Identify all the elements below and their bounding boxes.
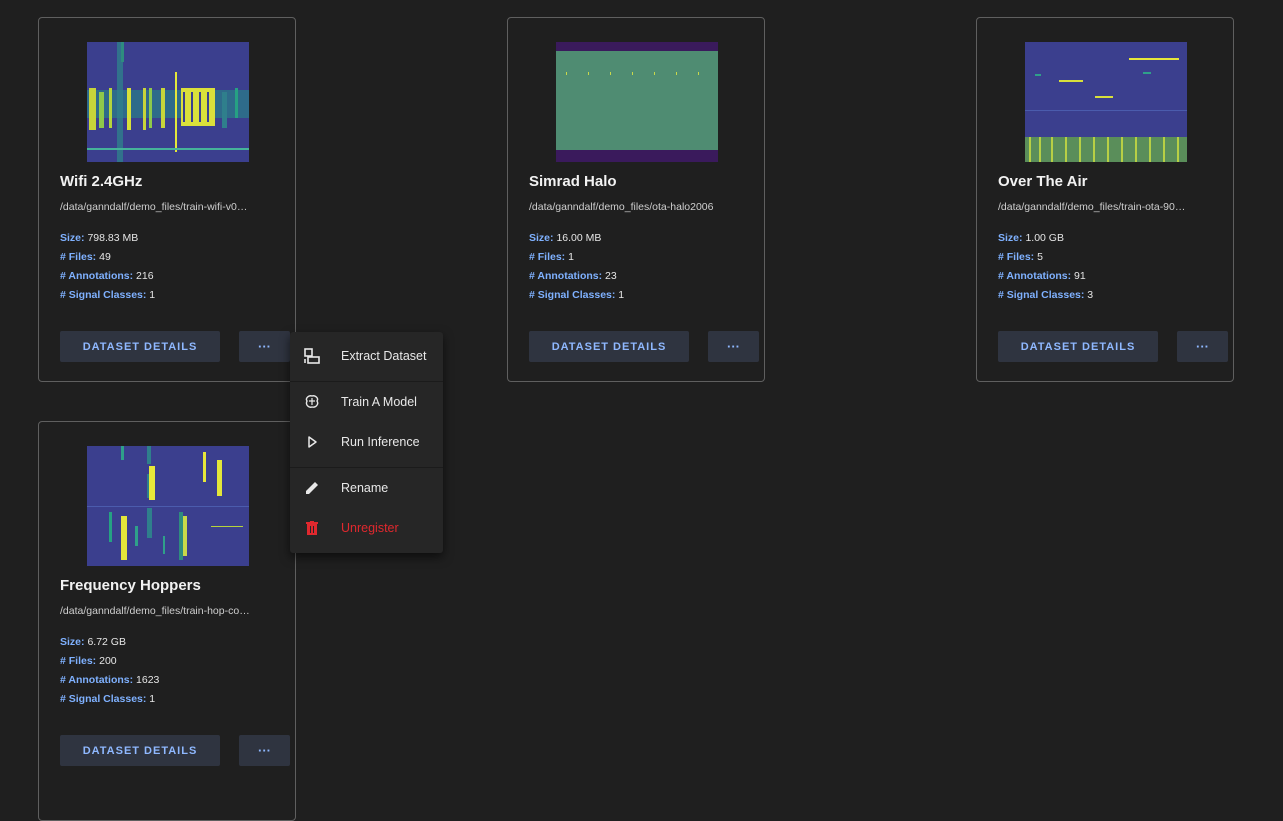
more-options-button[interactable]: ··· [1177,331,1228,362]
signal-classes-value: 1 [149,693,156,705]
dataset-stats: Size: 16.00 MB # Files: 1 # Annotations:… [529,229,624,305]
more-options-button[interactable]: ··· [239,735,290,766]
menu-item-label: Extract Dataset [341,349,427,363]
annotations-value: 216 [136,270,154,282]
annotations-label: # Annotations: [529,270,603,282]
size-value: 16.00 MB [556,232,602,244]
files-value: 200 [99,655,117,667]
annotations-value: 23 [605,270,617,282]
signal-classes-label: # Signal Classes: [60,289,147,301]
menu-item-label: Run Inference [341,435,420,449]
files-label: # Files: [60,251,97,263]
dataset-title: Over The Air [998,173,1088,190]
size-label: Size: [60,232,85,244]
annotations-value: 91 [1074,270,1086,282]
dataset-stats: Size: 798.83 MB # Files: 49 # Annotation… [60,229,155,305]
menu-divider [290,381,443,382]
menu-item-label: Unregister [341,521,399,535]
menu-item-rename[interactable]: Rename [290,471,443,505]
spectrogram-thumbnail [87,446,249,566]
size-label: Size: [998,232,1023,244]
menu-item-label: Rename [341,481,389,495]
annotations-label: # Annotations: [60,674,134,686]
files-value: 49 [99,251,111,263]
spectrogram-thumbnail [1025,42,1187,162]
dataset-stats: Size: 6.72 GB # Files: 200 # Annotations… [60,633,159,709]
files-value: 1 [568,251,574,263]
size-value: 6.72 GB [87,636,126,648]
menu-item-unregister[interactable]: Unregister [290,511,443,545]
annotations-label: # Annotations: [60,270,134,282]
menu-item-label: Train A Model [341,395,417,409]
dataset-stats: Size: 1.00 GB # Files: 5 # Annotations: … [998,229,1093,305]
dataset-card-frequency-hoppers: Frequency Hoppers /data/ganndalf/demo_fi… [38,421,296,821]
files-label: # Files: [998,251,1035,263]
files-label: # Files: [529,251,566,263]
size-value: 798.83 MB [87,232,139,244]
dataset-title: Simrad Halo [529,173,617,190]
size-label: Size: [60,636,85,648]
play-icon [304,434,320,450]
spectrogram-thumbnail [556,42,718,162]
dataset-details-button[interactable]: DATASET DETAILS [60,331,220,362]
dataset-title: Frequency Hoppers [60,577,201,594]
menu-item-run-inference[interactable]: Run Inference [290,425,443,459]
dataset-actions-menu: Extract Dataset Train A Model Run Infere… [290,332,443,553]
dataset-path: /data/ganndalf/demo_files/ota-halo2006 [529,201,714,213]
signal-classes-label: # Signal Classes: [529,289,616,301]
trash-icon [304,520,320,536]
files-label: # Files: [60,655,97,667]
signal-classes-value: 1 [618,289,625,301]
signal-classes-value: 1 [149,289,156,301]
dataset-details-button[interactable]: DATASET DETAILS [529,331,689,362]
dataset-title: Wifi 2.4GHz [60,173,143,190]
annotations-value: 1623 [136,674,160,686]
dataset-details-button[interactable]: DATASET DETAILS [998,331,1158,362]
menu-item-train-model[interactable]: Train A Model [290,385,443,419]
dataset-card-wifi: Wifi 2.4GHz /data/ganndalf/demo_files/tr… [38,17,296,382]
dataset-details-button[interactable]: DATASET DETAILS [60,735,220,766]
size-value: 1.00 GB [1025,232,1064,244]
spectrogram-thumbnail [87,42,249,162]
dataset-path: /data/ganndalf/demo_files/train-wifi-v0… [60,201,248,213]
pencil-icon [304,480,320,496]
annotations-label: # Annotations: [998,270,1072,282]
size-label: Size: [529,232,554,244]
dataset-card-simrad-halo: Simrad Halo /data/ganndalf/demo_files/ot… [507,17,765,382]
dataset-card-over-the-air: Over The Air /data/ganndalf/demo_files/t… [976,17,1234,382]
brain-icon [304,394,320,410]
more-options-button[interactable]: ··· [239,331,290,362]
dataset-path: /data/ganndalf/demo_files/train-hop-co… [60,605,250,617]
signal-classes-label: # Signal Classes: [998,289,1085,301]
files-value: 5 [1037,251,1043,263]
menu-divider [290,467,443,468]
more-options-button[interactable]: ··· [708,331,759,362]
menu-item-extract-dataset[interactable]: Extract Dataset [290,339,443,373]
dataset-path: /data/ganndalf/demo_files/train-ota-90… [998,201,1186,213]
signal-classes-value: 3 [1087,289,1094,301]
signal-classes-label: # Signal Classes: [60,693,147,705]
extract-icon [304,348,320,364]
